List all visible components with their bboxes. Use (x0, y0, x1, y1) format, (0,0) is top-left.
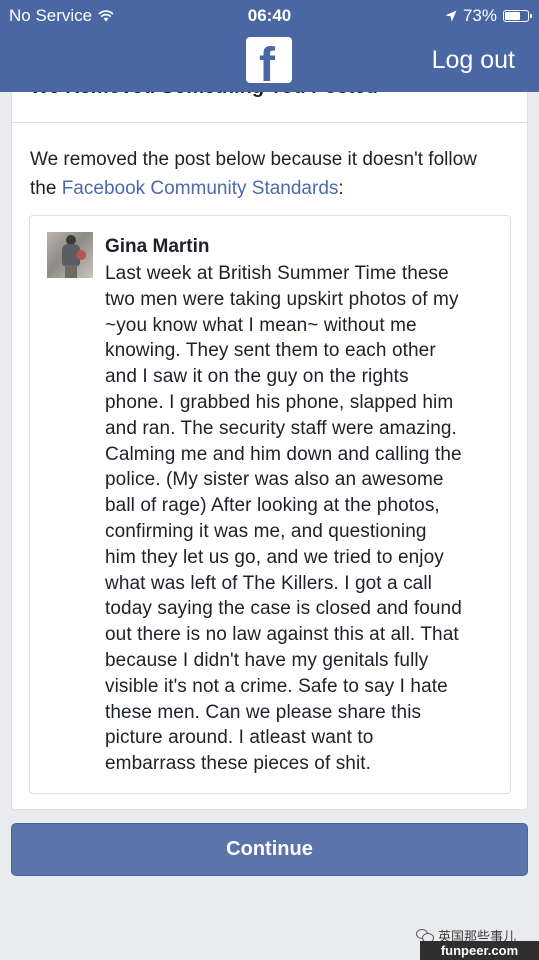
removal-notice-card: We Removed Something You Posted We remov… (11, 92, 528, 810)
post-text-line: embarrass these pieces of shit. (105, 753, 372, 775)
post-text-line: knowing. They sent them to each other (105, 340, 436, 362)
post-text-line: and I saw it on the guy on the rights (105, 366, 409, 388)
post-text-line: Last week at British Summer Time these (105, 263, 449, 284)
post-text-line: and ran. The security staff were amazing… (105, 417, 457, 439)
status-bar: No Service 06:40 73% (0, 0, 539, 30)
community-standards-link[interactable]: Facebook Community Standards (62, 178, 339, 199)
post-text-line: these men. Can we please share this (105, 701, 422, 723)
battery-percent-text: 73% (462, 6, 497, 25)
divider (12, 122, 527, 123)
removal-explanation: We removed the post below because it doe… (30, 145, 500, 203)
post-text-line: Calming me and him down and calling the (105, 443, 462, 465)
battery-fill (505, 12, 520, 20)
facebook-logo-icon[interactable]: f (246, 37, 292, 83)
continue-button[interactable]: Continue (11, 823, 528, 876)
battery-icon (503, 10, 532, 22)
post-text-line: ball of rage) After looking at the photo… (105, 495, 440, 517)
post-text-line: police. (My sister was also an awesome (105, 469, 444, 491)
site-watermark: funpeer.com (420, 941, 539, 960)
removed-post: Gina Martin Last week at British Summer … (29, 215, 511, 794)
status-right: 73% (445, 6, 532, 26)
intro-punctuation: : (338, 178, 344, 199)
post-text-line: ~you know what I mean~ without me (105, 314, 417, 336)
app-header: No Service 06:40 73% f Log out (0, 0, 539, 92)
post-text-line: confirming it was me, and questioning (105, 520, 427, 542)
post-text-line: what was left of The Killers. I got a ca… (105, 572, 432, 594)
facebook-logo-letter: f (259, 39, 275, 84)
post-text-line: today saying the case is closed and foun… (105, 598, 462, 620)
post-text-line: him they let us go, and we tried to enjo… (105, 546, 444, 568)
post-author-name: Gina Martin (105, 236, 210, 257)
post-body: Last week at British Summer Time these tw… (105, 261, 505, 777)
post-text-line: out there is no law against this at all.… (105, 624, 459, 646)
post-text-line: phone. I grabbed his phone, slapped him (105, 391, 454, 413)
card-title: We Removed Something You Posted (30, 92, 378, 102)
avatar (47, 232, 93, 278)
logout-button[interactable]: Log out (432, 46, 515, 75)
location-arrow-icon (445, 10, 457, 22)
post-text-line: two men were taking upskirt photos of my (105, 288, 459, 310)
post-text-line: visible it's not a crime. Safe to say I … (105, 675, 448, 697)
post-text-line: picture around. I atleast want to (105, 727, 374, 749)
post-text-line: because I didn't have my genitals fully (105, 649, 429, 671)
